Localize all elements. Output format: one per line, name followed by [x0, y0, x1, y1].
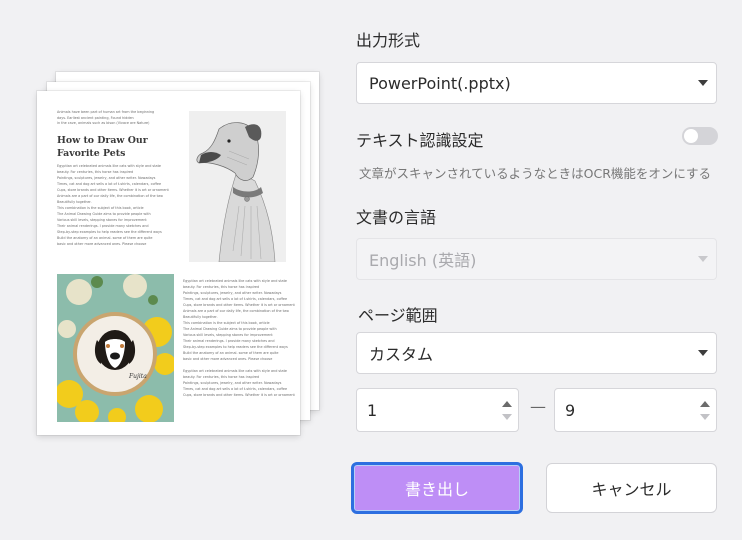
preview-body-line: Times, cat and dog art sells a lot of t-… [183, 387, 288, 391]
preview-body-line: Times, cat and dog art sells a lot of t-… [183, 297, 288, 301]
preview-body-line: Paintings, sculptures, jewelry, and othe… [183, 381, 282, 385]
preview-body-line: Step-by-step examples to help readers se… [183, 345, 288, 349]
page-to-value: 9 [565, 400, 576, 420]
hoop-signature: Fujita [128, 373, 147, 380]
preview-body-line: Various skill levels, stepping stones fo… [57, 218, 147, 222]
preview-body-line: Cups, store brands and other items. Whet… [183, 303, 295, 307]
preview-body-line: Various skill levels, stepping stones fo… [183, 333, 273, 337]
chevron-down-icon [698, 256, 708, 262]
preview-body-line: Build the anatomy of an animal. some of … [57, 236, 153, 240]
toggle-knob [684, 129, 698, 143]
preview-title-line: Favorite Pets [57, 148, 126, 159]
preview-body-line: Egyptian art celebrated animals like cat… [57, 164, 162, 168]
preview-body-line: beauty. For centuries, this horse has in… [183, 375, 260, 379]
ocr-toggle[interactable] [682, 127, 718, 145]
preview-body-line: This combination is the subject of this … [57, 206, 144, 210]
decrement-icon[interactable] [502, 414, 512, 420]
page-from-stepper[interactable]: 1 [356, 388, 519, 432]
preview-body-line: Animals are a part of our daily life, th… [183, 309, 289, 313]
preview-body-line: Cups, store brands and other items. Whet… [183, 393, 295, 397]
document-preview: Animals have been part of human art from… [0, 0, 330, 540]
preview-body-line: beauty. For centuries, this horse has in… [183, 285, 260, 289]
preview-intro-line: Animals have been part of human art from… [57, 110, 155, 114]
ocr-label: テキスト認識設定 [356, 131, 484, 150]
preview-body-line: This combination is the subject of this … [183, 321, 270, 325]
page-to-stepper[interactable]: 9 [554, 388, 717, 432]
dog-sketch-drawing [189, 111, 286, 262]
preview-intro-line: in the cave, animals such as bison (Viva… [57, 121, 150, 125]
preview-body-line: Egyptian art celebrated animals like cat… [183, 279, 288, 283]
language-value: English (英語) [369, 251, 477, 270]
preview-body-line: Beautifully together. [183, 315, 218, 319]
dog-sketch-image [189, 111, 286, 262]
preview-body-line: Beautifully together. [57, 200, 92, 204]
preview-body-line: basic and other more advanced ones. Plea… [57, 242, 147, 246]
preview-intro-line: days. Earliest ancient painting, Found h… [57, 115, 134, 120]
page-range-label: ページ範囲 [358, 306, 438, 325]
page-range-mode-value: カスタム [369, 345, 434, 364]
preview-body-line: The Animal Drawing Guide aims to provide… [57, 212, 151, 216]
preview-body-line: Their animal renderings. I provide many … [57, 224, 149, 228]
decrement-icon[interactable] [700, 414, 710, 420]
preview-body-line: Paintings, sculptures, jewelry, and othe… [57, 176, 156, 180]
increment-icon[interactable] [700, 401, 710, 407]
chevron-down-icon [698, 350, 708, 356]
chevron-down-icon [698, 80, 708, 86]
preview-body-line: Build the anatomy of an animal. some of … [183, 351, 279, 355]
preview-body-line: basic and other more advanced ones. Plea… [183, 357, 273, 361]
increment-icon[interactable] [502, 401, 512, 407]
preview-title-line: How to Draw Our [57, 135, 148, 146]
preview-page-front: Animals have been part of human art from… [37, 91, 300, 435]
preview-body-line: Paintings, sculptures, jewelry, and othe… [183, 291, 282, 295]
ocr-hint: 文章がスキャンされているようなときはOCR機能をオンにする [359, 166, 712, 181]
output-format-label: 出力形式 [356, 31, 421, 50]
preview-body-line: beauty. For centuries, this horse has in… [57, 170, 134, 174]
export-button[interactable]: 書き出し [351, 462, 523, 514]
preview-body-line: The Animal Drawing Guide aims to provide… [183, 327, 277, 331]
cancel-button[interactable]: キャンセル [546, 463, 717, 513]
range-separator: — [530, 397, 546, 416]
embroidery-hoop-image: Fujita [57, 274, 174, 422]
page-range-mode-select[interactable]: カスタム [356, 332, 717, 374]
output-format-select[interactable]: PowerPoint(.pptx) [356, 62, 717, 104]
preview-title: How to Draw Our Favorite Pets [57, 134, 167, 160]
preview-body-line: Animals are a part of our daily life, th… [57, 194, 163, 198]
preview-body-line: Times, cat and dog art sells a lot of t-… [57, 182, 162, 186]
preview-body-line: Step-by-step examples to help readers se… [57, 230, 162, 234]
preview-body-line: Cups, store brands and other items. Whet… [57, 188, 169, 192]
page-from-value: 1 [367, 400, 378, 420]
output-format-value: PowerPoint(.pptx) [369, 73, 511, 93]
preview-body-line: Egyptian art celebrated animals like cat… [183, 369, 288, 373]
embroidery-hoop-drawing: Fujita [57, 274, 174, 422]
language-select[interactable]: English (英語) [356, 238, 717, 280]
preview-body-line: Their animal renderings. I provide many … [183, 339, 275, 343]
language-label: 文書の言語 [356, 208, 437, 227]
